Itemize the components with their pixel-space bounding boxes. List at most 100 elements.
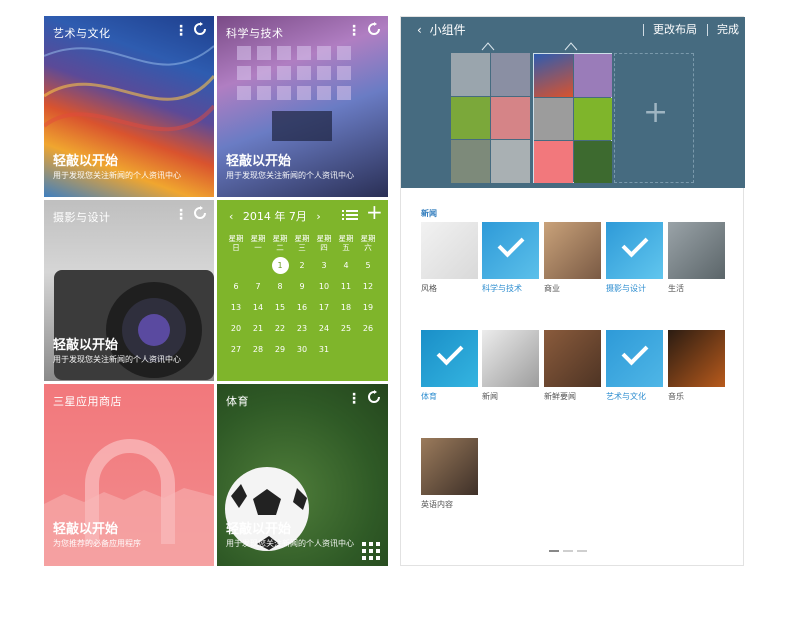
page-preview-2-selected[interactable] [533, 53, 612, 183]
change-layout-button[interactable]: 更改布局 [653, 23, 697, 36]
widget-thumbnail [668, 222, 725, 279]
check-icon [497, 230, 525, 258]
calendar-day[interactable]: 24 [313, 320, 335, 337]
calendar-day[interactable]: 9 [291, 278, 313, 295]
widget-thumbnail [544, 222, 601, 279]
tile-sports[interactable]: 体育 ⋮ 轻敲以开始 用于发现您关注新闻的个人资讯中心 [217, 384, 388, 566]
weekday-char: 六 [364, 243, 372, 252]
calendar-day[interactable]: 20 [225, 320, 247, 337]
widget-item[interactable]: 风格 [421, 222, 478, 294]
more-icon[interactable]: ⋮ [174, 208, 188, 222]
refresh-icon[interactable] [367, 22, 381, 36]
widget-thumbnail [421, 222, 478, 279]
calendar-day[interactable]: 7 [247, 278, 269, 295]
back-button[interactable]: ‹ 小组件 [417, 21, 466, 38]
divider [642, 24, 644, 36]
widget-label: 体育 [421, 392, 437, 401]
tile-science-tech[interactable]: 科学与技术 ⋮ 轻敲以开始 用于发现您关注新闻的个人资讯中心 [217, 16, 388, 197]
calendar-day[interactable]: 11 [335, 278, 357, 295]
widget-item[interactable]: 艺术与文化 [606, 330, 663, 402]
tile-subtitle: 用于发现您关注新闻的个人资讯中心 [53, 355, 181, 364]
tile-title: 体育 [226, 395, 249, 408]
more-icon[interactable]: ⋮ [347, 392, 361, 406]
calendar-day[interactable]: 22 [269, 320, 291, 337]
add-page-button[interactable]: + [614, 53, 694, 183]
widget-picker-panel: ‹ 小组件 更改布局 完成 + 新闻 风格 科学与技术 商业 摄影与设计 生活 … [400, 16, 745, 566]
calendar-day[interactable]: 17 [313, 299, 335, 316]
calendar-day[interactable]: 14 [247, 299, 269, 316]
page-indicator [549, 550, 587, 552]
calendar-day[interactable]: 2 [291, 257, 313, 274]
add-event-icon[interactable]: + [366, 202, 383, 222]
more-icon[interactable]: ⋮ [347, 24, 361, 38]
calendar-day[interactable]: 16 [291, 299, 313, 316]
calendar-day[interactable]: 21 [247, 320, 269, 337]
tile-subtitle: 为您推荐的必备应用程序 [53, 539, 141, 548]
calendar-day[interactable]: 1 [271, 257, 289, 274]
calendar-day[interactable]: 8 [269, 278, 291, 295]
page-dot[interactable] [563, 550, 573, 552]
tile-photo-design[interactable]: 摄影与设计 ⋮ 轻敲以开始 用于发现您关注新闻的个人资讯中心 [44, 200, 214, 381]
home-tile-grid: 艺术与文化 ⋮ 轻敲以开始 用于发现您关注新闻的个人资讯中心 科学与技术 ⋮ 轻… [44, 16, 388, 566]
page-dot[interactable] [577, 550, 587, 552]
tile-art-culture[interactable]: 艺术与文化 ⋮ 轻敲以开始 用于发现您关注新闻的个人资讯中心 [44, 16, 214, 197]
tile-cta: 轻敲以开始 [53, 522, 119, 537]
calendar-day[interactable]: 23 [291, 320, 313, 337]
tile-samsung-apps[interactable]: 三星应用商店 轻敲以开始 为您推荐的必备应用程序 [44, 384, 214, 566]
weekday-char: 三 [298, 243, 306, 252]
widget-item[interactable]: 科学与技术 [482, 222, 539, 294]
widget-label: 新闻 [482, 392, 498, 401]
widget-item[interactable]: 新闻 [482, 330, 539, 402]
tile-title: 艺术与文化 [53, 27, 111, 40]
widget-item[interactable]: 新鲜要闻 [544, 330, 601, 402]
calendar-day[interactable]: 30 [291, 341, 313, 358]
calendar-day[interactable]: 13 [225, 299, 247, 316]
calendar-day[interactable]: 26 [357, 320, 379, 337]
calendar-day[interactable]: 12 [357, 278, 379, 295]
widget-item[interactable]: 生活 [668, 222, 725, 294]
widget-label: 英语内容 [421, 500, 453, 509]
calendar-day[interactable]: 25 [335, 320, 357, 337]
chevron-left-icon: ‹ [417, 23, 422, 37]
refresh-icon[interactable] [193, 206, 207, 220]
widget-label: 生活 [668, 284, 684, 293]
widget-thumbnail [606, 330, 663, 387]
list-view-icon[interactable] [342, 209, 358, 221]
calendar-day[interactable]: 19 [357, 299, 379, 316]
calendar-day[interactable]: 28 [247, 341, 269, 358]
widget-thumbnail [482, 222, 539, 279]
calendar-day[interactable]: 4 [335, 257, 357, 274]
calendar-day[interactable]: 29 [269, 341, 291, 358]
tile-subtitle: 用于发现您关注新闻的个人资讯中心 [226, 539, 354, 548]
calendar-day[interactable]: 27 [225, 341, 247, 358]
chevron-left-icon[interactable]: ‹ [229, 210, 233, 223]
calendar-day[interactable]: 15 [269, 299, 291, 316]
widget-item[interactable]: 英语内容 [421, 438, 478, 510]
calendar-day[interactable]: 18 [335, 299, 357, 316]
widget-item[interactable]: 摄影与设计 [606, 222, 663, 294]
more-icon[interactable]: ⋮ [174, 24, 188, 38]
refresh-icon[interactable] [193, 22, 207, 36]
calendar-day[interactable]: 6 [225, 278, 247, 295]
widget-label: 音乐 [668, 392, 684, 401]
calendar-widget[interactable]: ‹ 2014 年 7月 › + 星期日星期一星期二星期三星期四星期五星期六 12… [217, 200, 388, 381]
done-button[interactable]: 完成 [717, 23, 739, 36]
calendar-day[interactable]: 10 [313, 278, 335, 295]
tile-title: 摄影与设计 [53, 211, 111, 224]
page-preview-1[interactable] [451, 53, 530, 183]
widget-item[interactable]: 音乐 [668, 330, 725, 402]
widget-thumbnail [482, 330, 539, 387]
page-dot[interactable] [549, 550, 559, 552]
chevron-right-icon[interactable]: › [316, 210, 320, 223]
weekday-char: 日 [232, 243, 240, 252]
divider [706, 24, 708, 36]
calendar-day[interactable]: 3 [313, 257, 335, 274]
calendar-day[interactable]: 31 [313, 341, 335, 358]
calendar-day[interactable]: 5 [357, 257, 379, 274]
refresh-icon[interactable] [367, 390, 381, 404]
widget-item[interactable]: 体育 [421, 330, 478, 402]
tile-cta: 轻敲以开始 [53, 338, 119, 353]
apps-grid-icon[interactable] [362, 542, 380, 560]
widget-item[interactable]: 商业 [544, 222, 601, 294]
tile-title: 三星应用商店 [53, 395, 122, 408]
